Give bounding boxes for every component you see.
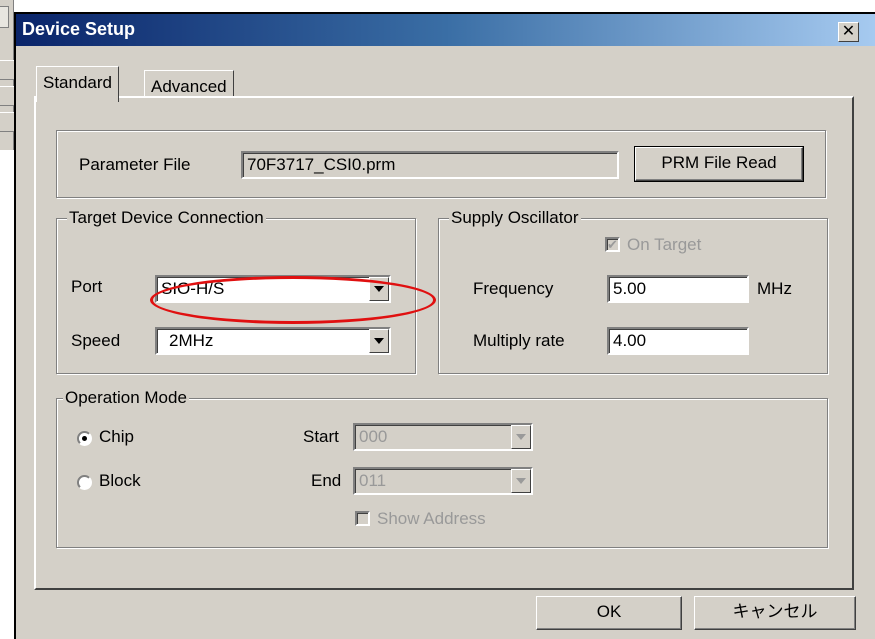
standard-tab-panel: Parameter File 70F3717_CSI0.prm PRM File… xyxy=(34,96,854,590)
end-label: End xyxy=(311,471,342,490)
on-target-label: On Target xyxy=(627,235,702,254)
block-label: Block xyxy=(99,471,141,490)
background-window-row xyxy=(0,60,14,80)
supply-oscillator-group: Supply Oscillator ✔ On Target Frequency … xyxy=(438,208,828,374)
start-dropdown-button[interactable] xyxy=(511,425,531,449)
frequency-unit: MHz xyxy=(757,279,792,298)
background-window-row xyxy=(0,86,14,106)
target-connection-legend: Target Device Connection xyxy=(67,208,266,228)
on-target-checkbox[interactable]: ✔ xyxy=(605,237,620,252)
parameter-file-label: Parameter File xyxy=(79,155,191,174)
chevron-down-icon xyxy=(374,338,384,344)
chip-radio[interactable] xyxy=(77,431,92,446)
close-button[interactable]: ✕ xyxy=(838,22,859,42)
multiply-rate-input[interactable]: 4.00 xyxy=(607,327,749,355)
operation-mode-legend: Operation Mode xyxy=(63,388,189,408)
show-address-checkbox[interactable] xyxy=(355,511,370,526)
speed-select[interactable]: 2MHz xyxy=(155,327,391,355)
port-label: Port xyxy=(71,277,103,296)
start-value: 000 xyxy=(359,427,388,446)
device-setup-dialog: Device Setup ✕ Standard Advanced Paramet… xyxy=(14,12,875,639)
speed-label: Speed xyxy=(71,331,121,350)
port-highlight-annotation xyxy=(150,276,436,324)
block-radio[interactable] xyxy=(77,475,92,490)
background-window-row xyxy=(0,112,14,132)
start-select[interactable]: 000 xyxy=(353,423,533,451)
tab-advanced-label: Advanced xyxy=(151,77,227,96)
operation-mode-group: Operation Mode Chip Block Start 000 End … xyxy=(56,388,828,548)
close-icon: ✕ xyxy=(841,23,856,40)
chip-label: Chip xyxy=(99,427,134,446)
ok-button[interactable]: OK xyxy=(536,596,682,630)
show-address-label: Show Address xyxy=(377,509,486,528)
multiply-rate-label: Multiply rate xyxy=(473,331,565,350)
frequency-label: Frequency xyxy=(473,279,554,298)
parameter-file-box: Parameter File 70F3717_CSI0.prm PRM File… xyxy=(56,130,826,198)
radio-selected-icon xyxy=(82,436,87,441)
tab-standard-label: Standard xyxy=(43,73,112,92)
check-icon: ✔ xyxy=(607,237,618,252)
frequency-input[interactable]: 5.00 xyxy=(607,275,749,303)
speed-dropdown-button[interactable] xyxy=(369,329,389,353)
background-window-button xyxy=(0,6,9,28)
end-dropdown-button[interactable] xyxy=(511,469,531,493)
chevron-down-icon xyxy=(516,434,526,440)
supply-oscillator-legend: Supply Oscillator xyxy=(449,208,581,228)
speed-value: 2MHz xyxy=(169,331,214,350)
tab-standard[interactable]: Standard xyxy=(36,66,119,102)
start-label: Start xyxy=(303,427,339,446)
prm-file-read-button[interactable]: PRM File Read xyxy=(634,146,804,182)
parameter-file-field: 70F3717_CSI0.prm xyxy=(241,151,619,179)
chevron-down-icon xyxy=(516,478,526,484)
title-bar[interactable]: Device Setup ✕ xyxy=(16,14,875,46)
dialog-title: Device Setup xyxy=(22,19,136,39)
cancel-button[interactable]: キャンセル xyxy=(694,596,856,630)
end-select[interactable]: 011 xyxy=(353,467,533,495)
end-value: 011 xyxy=(359,471,387,490)
